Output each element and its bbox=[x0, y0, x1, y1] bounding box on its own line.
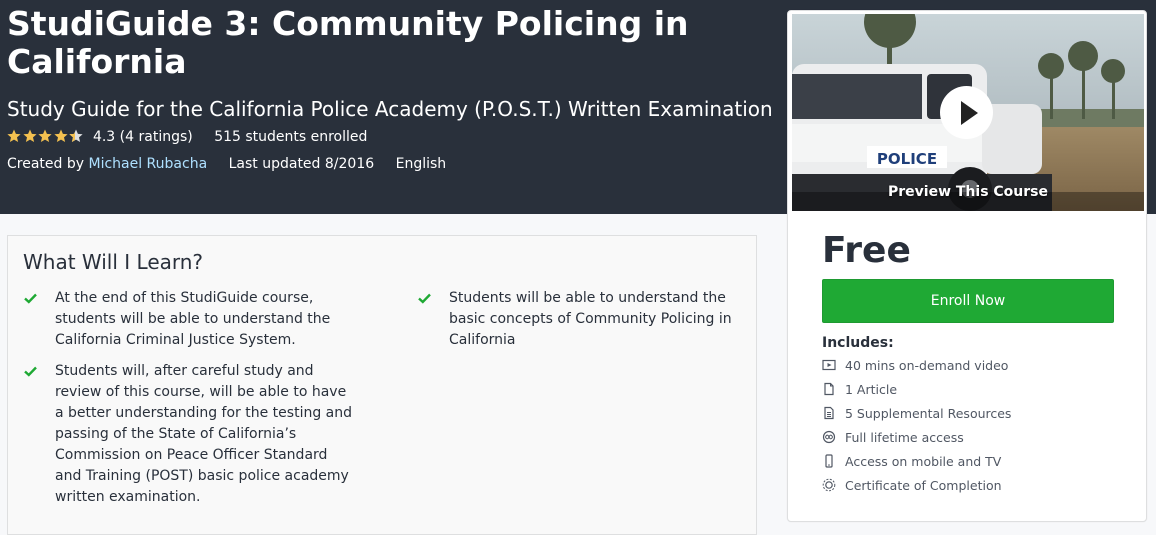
rating-count[interactable]: (4 ratings) bbox=[120, 129, 193, 145]
check-icon bbox=[24, 293, 37, 304]
course-title: StudiGuide 3: Community Policing in Cali… bbox=[7, 4, 689, 81]
play-icon bbox=[961, 101, 978, 125]
includes-item: Full lifetime access bbox=[822, 429, 1011, 453]
purchase-card: POLICE Preview This Course Free Enroll N… bbox=[787, 10, 1147, 522]
infinity-icon bbox=[822, 430, 836, 444]
includes-title: Includes: bbox=[822, 335, 894, 351]
enrolled-count: 515 students enrolled bbox=[214, 129, 368, 145]
objective-text: Students will be able to understand the … bbox=[449, 290, 732, 348]
resources-icon bbox=[824, 406, 834, 420]
includes-label: 5 Supplemental Resources bbox=[845, 406, 1012, 421]
includes-item: Access on mobile and TV bbox=[822, 453, 1011, 477]
includes-item: 1 Article bbox=[822, 381, 1011, 405]
course-language: English bbox=[395, 156, 447, 172]
preview-label[interactable]: Preview This Course bbox=[792, 184, 1144, 200]
check-icon bbox=[418, 293, 431, 304]
includes-item: Certificate of Completion bbox=[822, 477, 1011, 501]
course-preview[interactable]: POLICE Preview This Course bbox=[792, 14, 1144, 211]
course-subtitle: Study Guide for the California Police Ac… bbox=[7, 97, 773, 121]
rating-value: 4.3 bbox=[92, 129, 116, 145]
includes-label: Certificate of Completion bbox=[845, 478, 1002, 493]
mobile-icon bbox=[825, 454, 833, 468]
objective-text: Students will, after careful study and r… bbox=[55, 363, 353, 505]
article-icon bbox=[824, 382, 834, 396]
last-updated: Last updated 8/2016 bbox=[228, 156, 375, 172]
includes-item: 5 Supplemental Resources bbox=[822, 405, 1011, 429]
author-link[interactable]: Michael Rubacha bbox=[88, 156, 207, 172]
includes-list: 40 mins on-demand video 1 Article 5 Supp… bbox=[822, 357, 1011, 501]
star-icon bbox=[7, 129, 21, 142]
objective-text: At the end of this StudiGuide course, st… bbox=[55, 290, 331, 348]
star-half-icon bbox=[69, 129, 83, 142]
includes-label: 1 Article bbox=[845, 382, 898, 397]
star-icon bbox=[53, 129, 68, 142]
video-icon bbox=[822, 359, 836, 371]
includes-label: Access on mobile and TV bbox=[845, 454, 1002, 469]
star-icon bbox=[22, 129, 37, 142]
meta-row: Created by Michael Rubacha Last updated … bbox=[7, 154, 446, 174]
learn-heading: What Will I Learn? bbox=[23, 250, 204, 274]
includes-label: 40 mins on-demand video bbox=[845, 358, 1009, 373]
star-rating bbox=[7, 127, 85, 147]
created-by-label: Created by bbox=[7, 156, 85, 172]
includes-item: 40 mins on-demand video bbox=[822, 357, 1011, 381]
star-icon bbox=[38, 129, 52, 142]
svg-text:POLICE: POLICE bbox=[877, 150, 937, 168]
certificate-icon bbox=[822, 478, 836, 492]
includes-label: Full lifetime access bbox=[845, 430, 964, 445]
enroll-button[interactable]: Enroll Now bbox=[822, 279, 1114, 323]
what-will-i-learn: What Will I Learn? At the end of this St… bbox=[7, 235, 757, 535]
check-icon bbox=[24, 366, 37, 377]
course-price: Free bbox=[822, 230, 911, 271]
play-button[interactable] bbox=[940, 86, 993, 139]
rating-row: 4.3 (4 ratings) 515 students enrolled bbox=[7, 127, 367, 147]
